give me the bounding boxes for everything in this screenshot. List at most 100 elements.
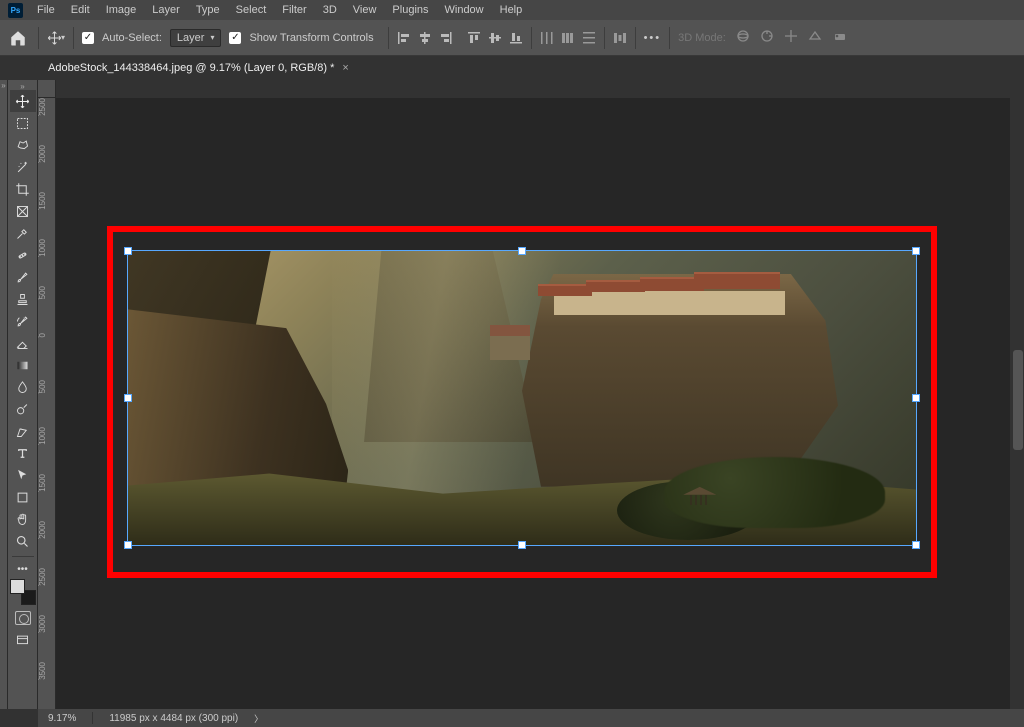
menu-window[interactable]: Window [437,0,492,20]
align-group-2 [467,31,523,45]
heal-tool[interactable] [10,244,36,266]
auto-select-target[interactable]: Layer ▾ [170,29,222,47]
ruler-tick: 1500 [38,192,47,210]
menu-plugins[interactable]: Plugins [384,0,436,20]
dodge-tool[interactable] [10,398,36,420]
distribute-h-icon[interactable] [540,31,554,45]
separator [635,27,636,49]
move-tool[interactable] [10,90,36,112]
move-tool-icon[interactable]: ▾ [47,29,65,47]
foreground-color[interactable] [10,579,25,594]
document-tab[interactable]: AdobeStock_144338464.jpeg @ 9.17% (Layer… [38,56,359,80]
canvas-area: 2500500050010001500200025003000350040004… [38,80,1010,709]
menu-image[interactable]: Image [98,0,145,20]
show-transform-checkbox[interactable]: ✓ [229,32,241,44]
scale-3d-icon[interactable] [832,29,846,46]
ruler-tick: 2500 [38,98,47,116]
distribute-spacing-icon[interactable] [613,31,627,45]
workspace: » » ••• [0,80,1024,709]
distribute-h2-icon[interactable] [561,31,575,45]
handle-bottom-right[interactable] [912,541,920,549]
ruler-origin[interactable] [38,80,56,98]
zoom-level[interactable]: 9.17% [48,713,76,724]
menu-file[interactable]: File [29,0,63,20]
status-flyout-icon[interactable]: 〉 [254,712,263,725]
type-tool[interactable] [10,442,36,464]
lasso-tool[interactable] [10,134,36,156]
handle-middle-right[interactable] [912,394,920,402]
handle-middle-left[interactable] [124,394,132,402]
distribute-h3-icon[interactable] [582,31,596,45]
separator [531,27,532,49]
handle-bottom-left[interactable] [124,541,132,549]
menu-help[interactable]: Help [492,0,531,20]
handle-top-right[interactable] [912,247,920,255]
hand-tool[interactable] [10,508,36,530]
transform-bounding-box[interactable] [127,250,917,546]
home-button[interactable] [6,26,30,50]
more-tools[interactable]: ••• [10,561,36,577]
toolbox-expand[interactable]: » [10,82,36,90]
stamp-tool[interactable] [10,288,36,310]
align-vmiddle-icon[interactable] [488,31,502,45]
menu-layer[interactable]: Layer [144,0,188,20]
close-tab-icon[interactable]: × [342,62,348,74]
document-dimensions[interactable]: 11985 px x 4484 px (300 ppi) [109,713,238,724]
path-select-tool[interactable] [10,464,36,486]
ruler-vertical[interactable]: 2500200015001000500050010001500200025003… [38,98,56,709]
zoom-tool[interactable] [10,530,36,552]
quick-mask-toggle[interactable] [10,607,36,629]
eraser-tool[interactable] [10,332,36,354]
handle-bottom-middle[interactable] [518,541,526,549]
align-left-icon[interactable] [397,31,411,45]
frame-tool[interactable] [10,200,36,222]
menu-bar: Ps File Edit Image Layer Type Select Fil… [0,0,1024,20]
menu-view[interactable]: View [345,0,385,20]
pen-tool[interactable] [10,420,36,442]
options-bar: ▾ ✓ Auto-Select: Layer ▾ ✓ Show Transfor… [0,20,1024,56]
ruler-tick: 1000 [38,427,47,445]
slide-3d-icon[interactable] [808,29,822,46]
crop-tool[interactable] [10,178,36,200]
right-panel-collapsed[interactable] [1010,80,1024,709]
shape-tool[interactable] [10,486,36,508]
auto-select-checkbox[interactable]: ✓ [82,32,94,44]
handle-top-left[interactable] [124,247,132,255]
separator [669,27,670,49]
menu-filter[interactable]: Filter [274,0,314,20]
brush-tool[interactable] [10,266,36,288]
gradient-tool[interactable] [10,354,36,376]
document-tab-title: AdobeStock_144338464.jpeg @ 9.17% (Layer… [48,62,334,74]
pan-3d-icon[interactable] [784,29,798,46]
blur-tool[interactable] [10,376,36,398]
orbit-3d-icon[interactable] [736,29,750,46]
handle-top-middle[interactable] [518,247,526,255]
panel-strip[interactable]: » [0,80,8,709]
tool-divider [12,556,34,557]
menu-select[interactable]: Select [228,0,275,20]
wand-tool[interactable] [10,156,36,178]
separator [73,27,74,49]
marquee-tool[interactable] [10,112,36,134]
align-top-icon[interactable] [467,31,481,45]
screen-mode-toggle[interactable] [10,629,36,651]
more-options-icon[interactable]: ••• [644,32,662,44]
align-bottom-icon[interactable] [509,31,523,45]
show-transform-label: Show Transform Controls [249,32,373,44]
3d-mode-group: 3D Mode: [678,29,846,46]
menu-type[interactable]: Type [188,0,228,20]
status-bar: 9.17% 11985 px x 4484 px (300 ppi) 〉 [38,709,1024,727]
ruler-tick: 2000 [38,145,47,163]
canvas-viewport[interactable]: 2500200015001000500050010001500200025003… [38,98,1010,709]
align-hcenter-icon[interactable] [418,31,432,45]
document-tabs: AdobeStock_144338464.jpeg @ 9.17% (Layer… [0,56,1024,80]
menu-3d[interactable]: 3D [315,0,345,20]
roll-3d-icon[interactable] [760,29,774,46]
separator [388,27,389,49]
eyedropper-tool[interactable] [10,222,36,244]
color-swatches[interactable] [10,577,36,607]
menu-edit[interactable]: Edit [63,0,98,20]
history-brush-tool[interactable] [10,310,36,332]
align-right-icon[interactable] [439,31,453,45]
vertical-scrollbar[interactable] [1013,350,1023,450]
